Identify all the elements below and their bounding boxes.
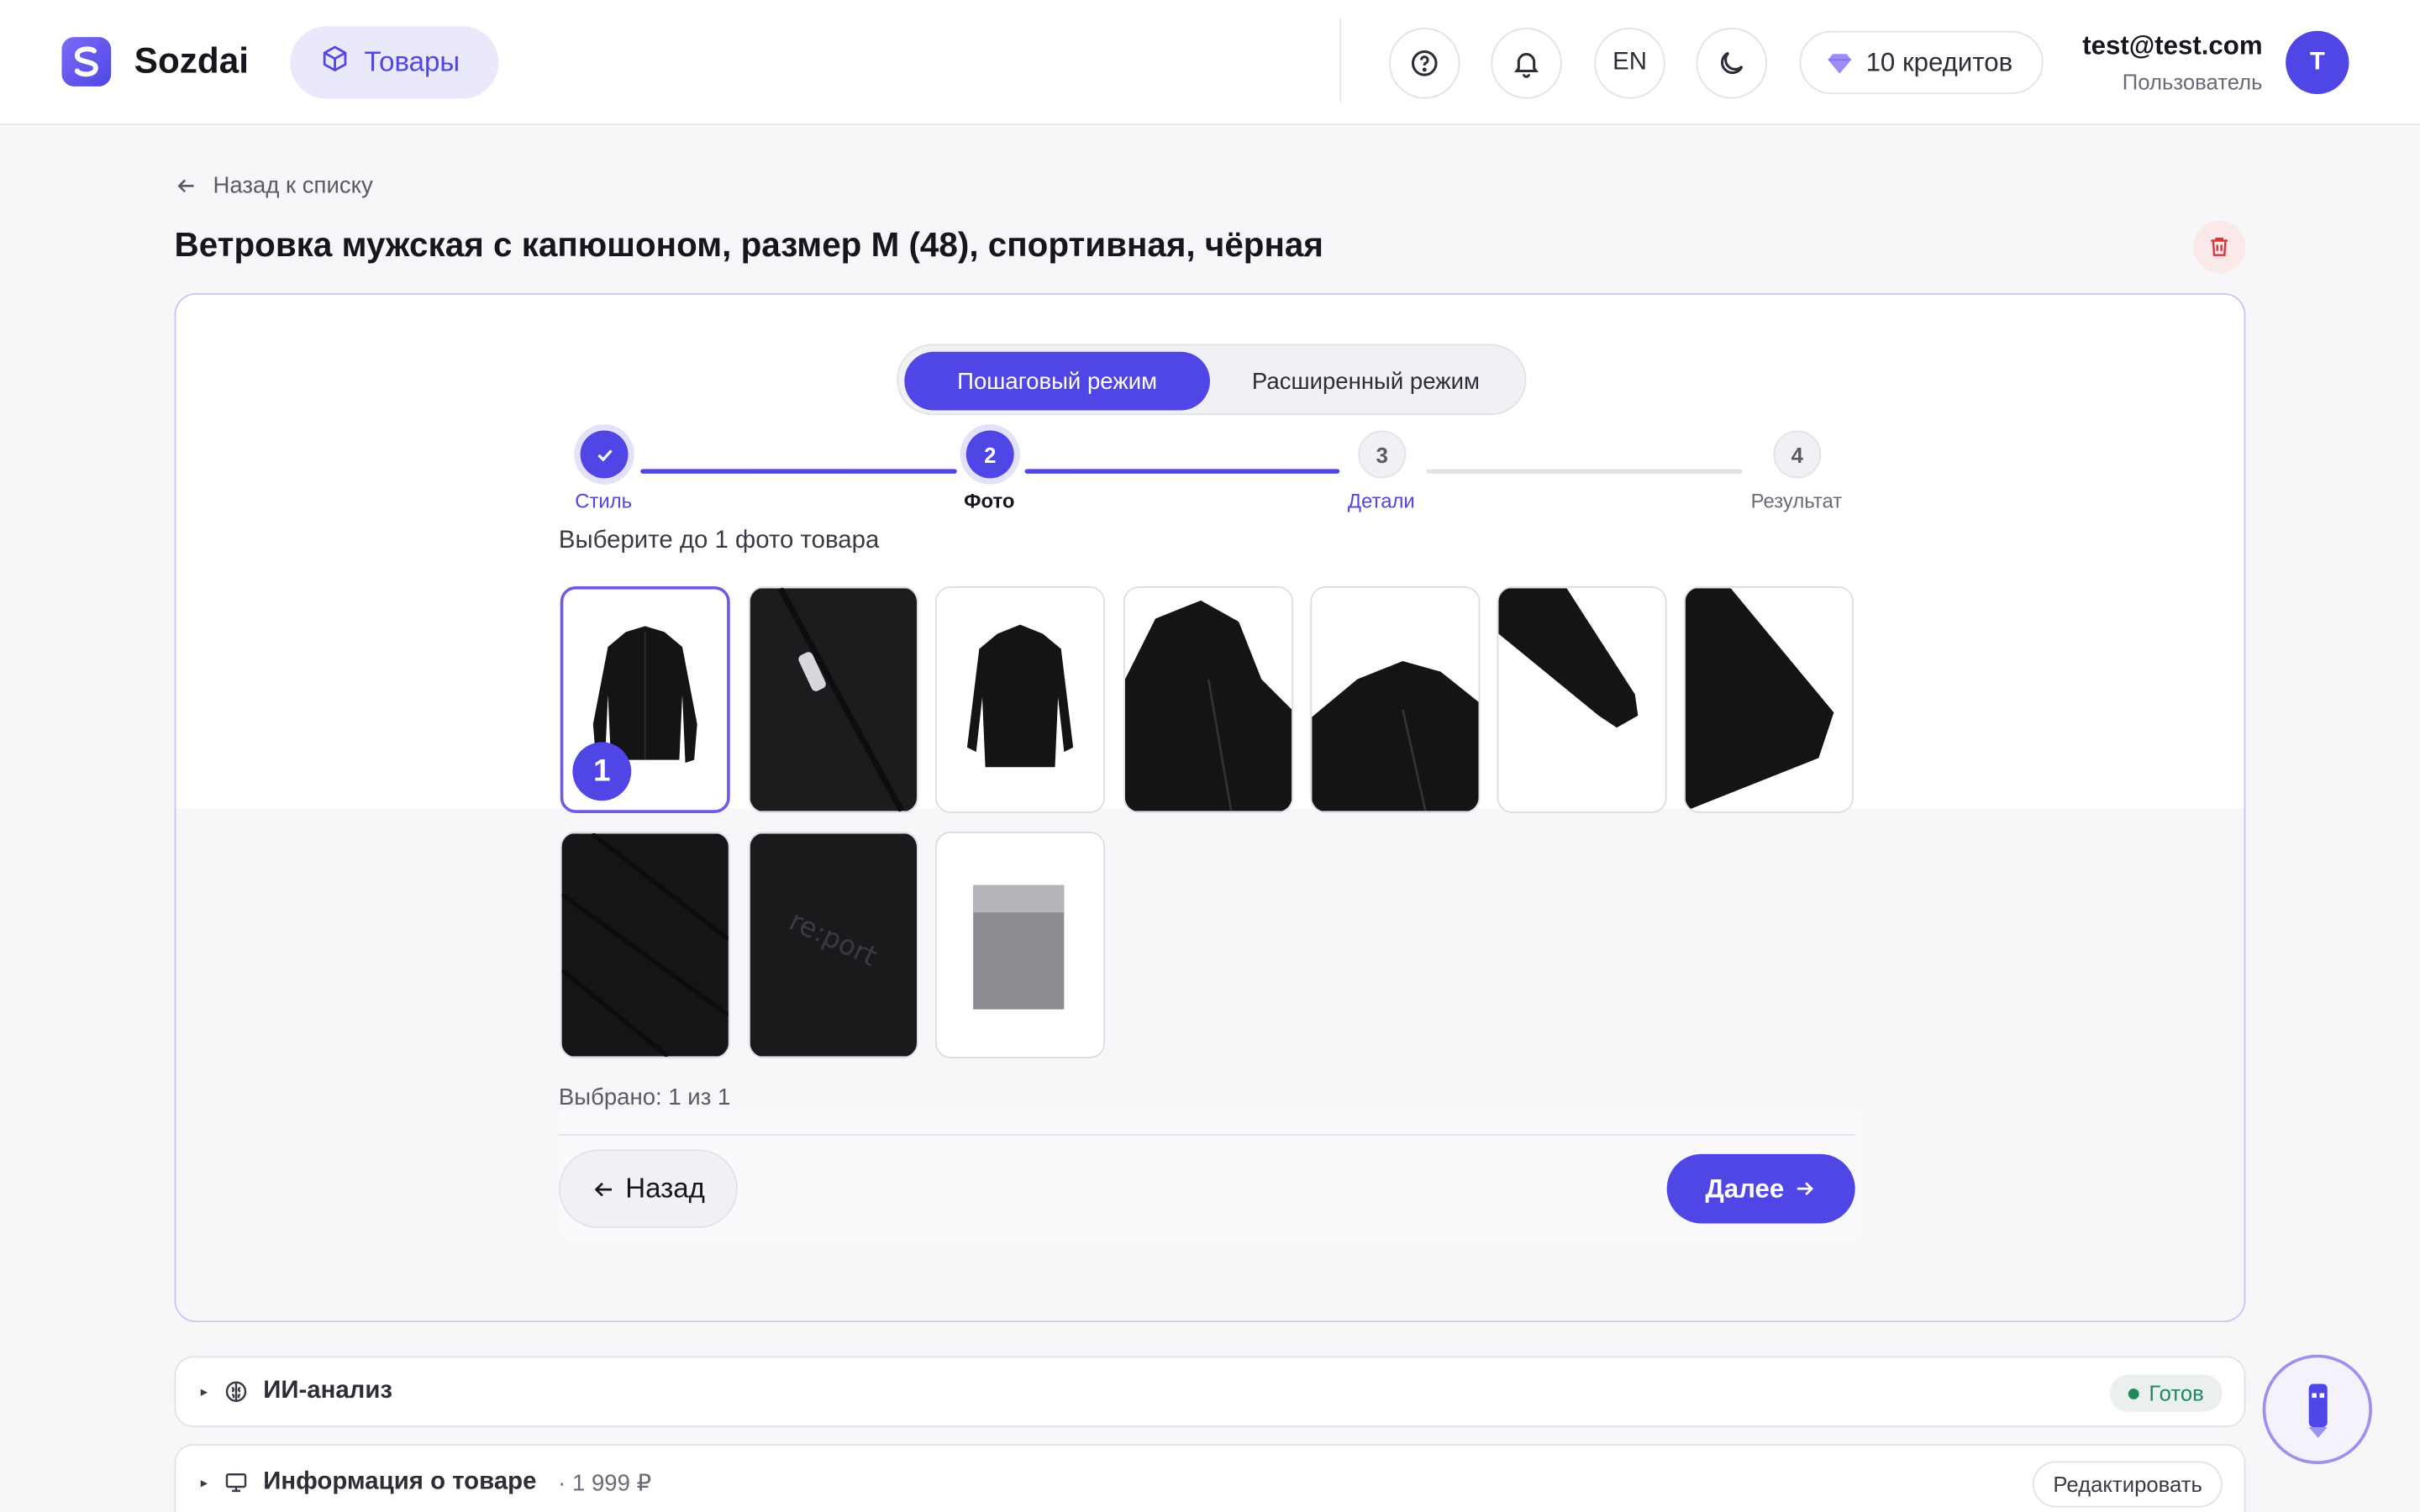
product-price: · 1 999 ₽: [558, 1470, 652, 1497]
jacket-collar-image: [1312, 588, 1479, 811]
box-icon: [321, 45, 349, 80]
mode-toggle: Пошаговый режим Расширенный режим: [897, 344, 1527, 416]
nav-products[interactable]: Товары: [290, 26, 499, 99]
jacket-side-image: [1685, 588, 1853, 811]
diamond-icon: [1828, 53, 1852, 73]
product-title: Ветровка мужская с капюшоном, размер M (…: [174, 225, 1323, 265]
back-to-list-label: Назад к списку: [213, 172, 373, 199]
step-style-dot[interactable]: [580, 430, 629, 479]
help-button[interactable]: [1389, 28, 1460, 99]
step-photo-label: Фото: [964, 489, 1015, 512]
bell-icon: [1513, 53, 1539, 78]
step-result-dot[interactable]: 4: [1773, 430, 1822, 479]
photo-thumbnail[interactable]: [1310, 585, 1481, 813]
step-result-label: Результат: [1750, 489, 1843, 512]
status-label: Готов: [2149, 1380, 2204, 1406]
user-email: test@test.com: [2082, 30, 2263, 60]
photo-thumbnail[interactable]: [935, 831, 1106, 1058]
assistant-button[interactable]: [2262, 1354, 2373, 1465]
sozdai-logo-icon[interactable]: [61, 37, 112, 87]
brand-name[interactable]: Sozdai: [134, 40, 249, 82]
delete-product-button[interactable]: [2192, 220, 2246, 274]
product-info-section[interactable]: ▸ Информация о товаре · 1 999 ₽ Редактир…: [174, 1444, 2246, 1512]
packaged-jacket-image: [936, 833, 1104, 1057]
credits-label: 10 кредитов: [1865, 47, 2013, 76]
credits-balance[interactable]: 10 кредитов: [1799, 30, 2044, 95]
photo-instruction: Выберите до 1 фото товара: [558, 528, 880, 554]
step-photo-dot[interactable]: 2: [965, 430, 1014, 479]
language-label: EN: [1612, 49, 1647, 76]
photo-thumbnail[interactable]: 1: [560, 585, 730, 813]
jacket-fabric-image: [561, 832, 729, 1058]
pencil-assistant-icon: [2307, 1383, 2327, 1437]
jacket-cuff-image: [1498, 588, 1665, 811]
jacket-back-image: [936, 588, 1104, 811]
photo-thumbnail[interactable]: [1683, 585, 1854, 813]
ai-analysis-title: ИИ-анализ: [263, 1378, 393, 1404]
step-details-dot[interactable]: 3: [1358, 430, 1407, 479]
user-avatar[interactable]: T: [2286, 30, 2349, 95]
arrow-left-icon: [595, 1181, 613, 1196]
back-to-list-link[interactable]: Назад к списку: [175, 173, 373, 199]
arrow-right-icon: [1797, 1182, 1814, 1196]
photo-thumbnail[interactable]: [1497, 585, 1667, 813]
help-icon: [1411, 50, 1438, 76]
edit-button[interactable]: Редактировать: [2033, 1461, 2223, 1508]
trash-icon: [2211, 237, 2228, 256]
step-details-label: Детали: [1347, 489, 1415, 512]
arrow-left-icon: [177, 179, 194, 193]
photo-thumbnail[interactable]: re:port: [748, 831, 918, 1058]
expand-caret-icon: ▸: [200, 1383, 208, 1399]
nav-products-label: Товары: [364, 46, 460, 77]
photo-thumbnail[interactable]: [1123, 585, 1294, 813]
language-button[interactable]: EN: [1594, 28, 1665, 99]
selection-order-badge: 1: [572, 742, 632, 801]
monitor-icon: [224, 1473, 246, 1493]
next-button[interactable]: Далее: [1666, 1153, 1855, 1224]
photo-thumbnail[interactable]: [935, 585, 1106, 813]
notifications-button[interactable]: [1491, 28, 1562, 99]
expand-caret-icon: ▸: [200, 1473, 208, 1490]
moon-icon: [1720, 51, 1744, 75]
brain-icon: [224, 1381, 246, 1402]
top-navigation-bar: Sozdai Товары EN 10 кредитов test@test.c…: [0, 0, 2420, 125]
page: Sozdai Товары EN 10 кредитов test@test.c…: [0, 0, 2420, 1512]
stepper-line-3: [1426, 469, 1743, 474]
stepper-line-2: [1024, 469, 1340, 474]
status-badge: Готов: [2110, 1374, 2223, 1412]
jacket-zipper-image: [750, 587, 917, 812]
step-style-label: Стиль: [575, 489, 633, 512]
photo-thumbnail[interactable]: [748, 585, 918, 813]
check-icon: [597, 449, 612, 461]
product-info-title: Информация о товаре: [263, 1468, 537, 1495]
card-lower-background: [176, 808, 2244, 1321]
jacket-hood-image: [1124, 588, 1292, 811]
back-button[interactable]: Назад: [558, 1149, 738, 1229]
ai-analysis-header: ▸ ИИ-анализ: [201, 1357, 392, 1425]
wizard-footer: [558, 1109, 1863, 1239]
footer-divider: [558, 1133, 1855, 1136]
user-role: Пользователь: [2122, 69, 2263, 95]
jacket-logo-image: re:port: [750, 833, 917, 1057]
photo-thumbnail[interactable]: [560, 831, 730, 1058]
product-info-header: ▸ Информация о товаре · 1 999 ₽: [201, 1446, 651, 1512]
status-dot: [2128, 1388, 2140, 1399]
back-button-label: Назад: [625, 1172, 705, 1204]
header-divider: [1339, 18, 1342, 102]
step-mode-button[interactable]: Пошаговый режим: [904, 351, 1210, 411]
theme-toggle-button[interactable]: [1696, 28, 1768, 99]
next-button-label: Далее: [1705, 1173, 1785, 1203]
wizard-card: Пошаговый режим Расширенный режим 2 3 4 …: [174, 292, 2246, 1323]
selected-count: Выбрано: 1 из 1: [558, 1084, 731, 1111]
advanced-mode-button[interactable]: Расширенный режим: [1210, 352, 1522, 411]
ai-analysis-section[interactable]: ▸ ИИ-анализ Готов: [174, 1356, 2246, 1427]
stepper-line-1: [640, 469, 957, 474]
